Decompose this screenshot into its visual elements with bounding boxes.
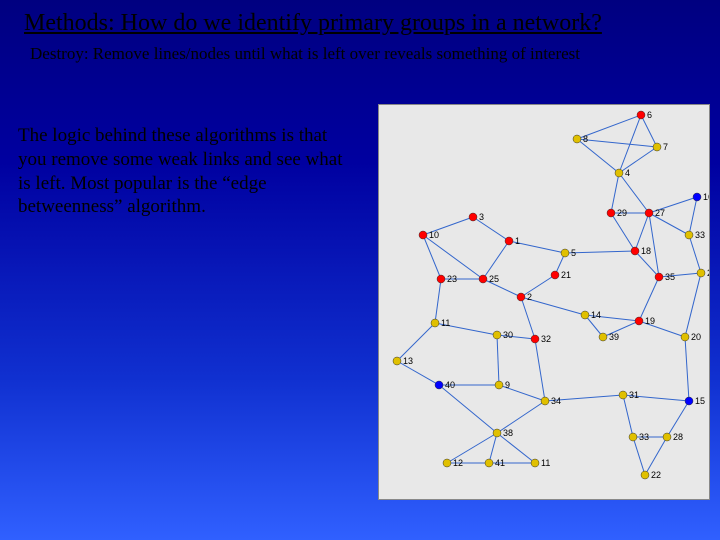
- svg-text:21: 21: [561, 270, 571, 280]
- svg-text:33: 33: [639, 432, 649, 442]
- svg-text:41: 41: [495, 458, 505, 468]
- svg-text:1: 1: [515, 236, 520, 246]
- svg-text:27: 27: [655, 208, 665, 218]
- svg-text:12: 12: [453, 458, 463, 468]
- network-diagram: 6874162927333101185232521352411214303219…: [378, 104, 710, 500]
- svg-text:10: 10: [429, 230, 439, 240]
- svg-text:34: 34: [551, 396, 561, 406]
- slide-subtitle: Destroy: Remove lines/nodes until what i…: [30, 44, 690, 64]
- svg-text:5: 5: [571, 248, 576, 258]
- svg-text:23: 23: [447, 274, 457, 284]
- svg-text:3: 3: [479, 212, 484, 222]
- svg-text:40: 40: [445, 380, 455, 390]
- network-svg: 6874162927333101185232521352411214303219…: [379, 105, 709, 499]
- svg-text:29: 29: [617, 208, 627, 218]
- slide-body-text: The logic behind these algorithms is tha…: [18, 124, 348, 219]
- svg-text:31: 31: [629, 390, 639, 400]
- svg-text:11: 11: [541, 458, 550, 468]
- svg-text:4: 4: [625, 168, 630, 178]
- svg-text:25: 25: [489, 274, 499, 284]
- svg-text:38: 38: [503, 428, 513, 438]
- svg-text:16: 16: [703, 192, 709, 202]
- svg-text:28: 28: [673, 432, 683, 442]
- svg-text:20: 20: [691, 332, 701, 342]
- svg-text:24: 24: [707, 268, 709, 278]
- svg-text:22: 22: [651, 470, 661, 480]
- svg-text:19: 19: [645, 316, 655, 326]
- svg-text:9: 9: [505, 380, 510, 390]
- svg-text:15: 15: [695, 396, 705, 406]
- svg-text:33: 33: [695, 230, 705, 240]
- slide-title: Methods: How do we identify primary grou…: [24, 10, 696, 37]
- svg-text:8: 8: [583, 134, 588, 144]
- svg-text:35: 35: [665, 272, 675, 282]
- svg-text:7: 7: [663, 142, 668, 152]
- svg-text:32: 32: [541, 334, 551, 344]
- svg-text:30: 30: [503, 330, 513, 340]
- svg-text:13: 13: [403, 356, 413, 366]
- svg-text:2: 2: [527, 292, 532, 302]
- svg-text:11: 11: [441, 318, 450, 328]
- svg-text:18: 18: [641, 246, 651, 256]
- svg-text:6: 6: [647, 110, 652, 120]
- svg-text:14: 14: [591, 310, 601, 320]
- svg-text:39: 39: [609, 332, 619, 342]
